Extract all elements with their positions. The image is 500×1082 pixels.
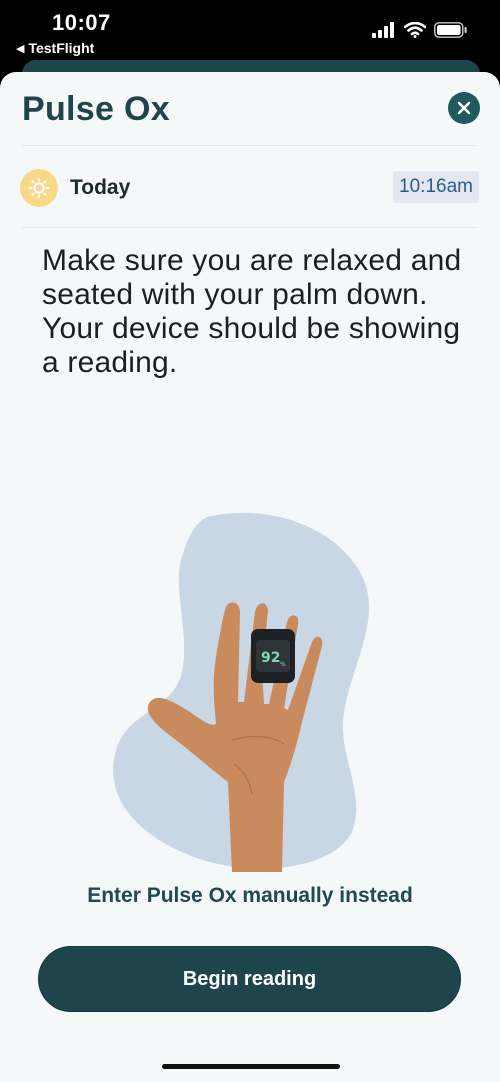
home-indicator (162, 1064, 340, 1069)
hand-with-pulse-oximeter-illustration: 92 % (113, 512, 369, 872)
back-app-label: TestFlight (28, 40, 95, 56)
instruction-text: Make sure you are relaxed and seated wit… (42, 244, 462, 379)
status-bar: 10:07 ◀ TestFlight (0, 0, 500, 64)
status-time: 10:07 (52, 10, 111, 35)
page-title: Pulse Ox (22, 90, 170, 128)
divider (22, 227, 476, 228)
cellular-signal-icon (372, 22, 394, 38)
sun-icon (28, 177, 50, 199)
back-to-app-link[interactable]: ◀ TestFlight (16, 40, 94, 56)
sun-badge (20, 169, 58, 207)
pulse-ox-sheet: Pulse Ox Today 10:16am Make sure you are… (0, 72, 500, 1082)
begin-reading-button[interactable]: Begin reading (38, 946, 461, 1012)
back-arrow-icon: ◀ (16, 42, 25, 55)
close-button[interactable] (448, 92, 480, 124)
wifi-icon (404, 22, 426, 38)
divider (22, 145, 476, 146)
enter-manually-link[interactable]: Enter Pulse Ox manually instead (0, 884, 500, 908)
day-label: Today (70, 176, 131, 199)
status-icons (372, 22, 468, 38)
battery-icon (434, 22, 467, 38)
oximeter-unit: % (280, 661, 286, 668)
close-icon (457, 101, 471, 115)
oximeter-reading: 92 (261, 650, 280, 666)
time-badge[interactable]: 10:16am (393, 171, 479, 203)
